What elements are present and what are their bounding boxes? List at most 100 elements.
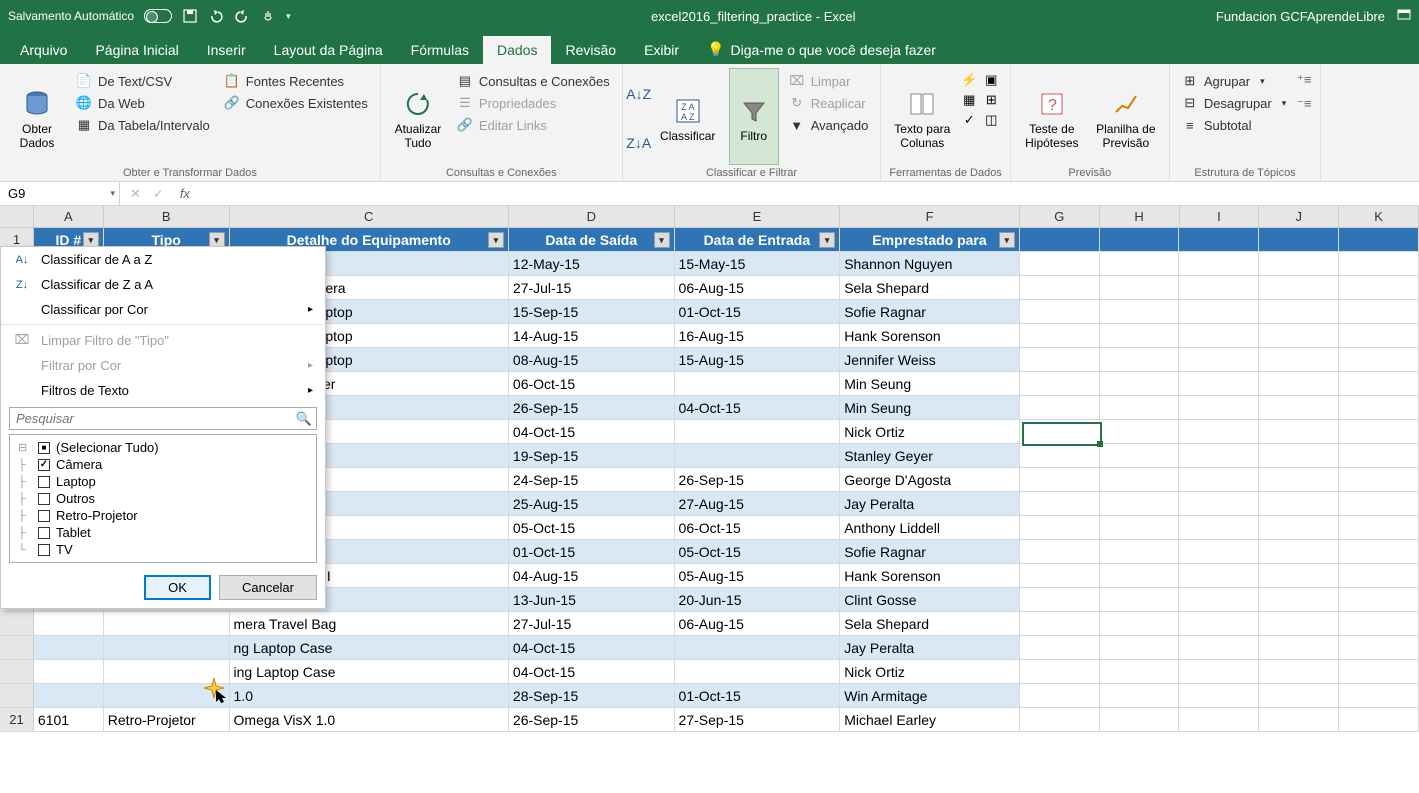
cell[interactable] [1179,420,1259,443]
tab-inserir[interactable]: Inserir [193,36,260,64]
texto-colunas-button[interactable]: Texto para Colunas [889,68,955,165]
sort-by-color-item[interactable]: Classificar por Cor▸ [1,297,325,322]
cell[interactable] [104,684,230,707]
cell[interactable]: Win Armitage [840,684,1020,707]
cell[interactable] [675,420,841,443]
relations-icon[interactable]: ⊞ [983,92,999,108]
cell[interactable]: 19-Sep-15 [509,444,675,467]
cell[interactable] [1339,372,1419,395]
cell[interactable] [1020,564,1100,587]
col-header-C[interactable]: C [230,206,509,227]
cell[interactable]: Sofie Ragnar [840,300,1020,323]
cell[interactable] [1259,348,1339,371]
atualizar-tudo-button[interactable]: Atualizar Tudo [389,68,447,165]
cell[interactable]: Retro-Projetor [104,708,230,731]
filter-item-tv[interactable]: └TV [14,541,312,558]
classificar-button[interactable]: Z AA Z Classificar [653,68,723,165]
cell[interactable] [1100,540,1180,563]
cell[interactable]: 06-Oct-15 [675,516,841,539]
cell[interactable] [1259,444,1339,467]
de-text-csv-button[interactable]: 📄De Text/CSV [72,72,214,90]
name-box[interactable]: G9 [0,182,120,205]
autosave-toggle[interactable] [144,9,172,23]
cell[interactable]: 26-Sep-15 [675,468,841,491]
cell[interactable] [1259,252,1339,275]
cell[interactable] [1339,708,1419,731]
cell[interactable]: Sofie Ragnar [840,540,1020,563]
cell[interactable] [675,636,841,659]
sort-a-z-item[interactable]: A↓Classificar de A a Z [1,247,325,272]
cell[interactable] [1179,468,1259,491]
cell[interactable] [1259,300,1339,323]
cell[interactable]: 12-May-15 [509,252,675,275]
cell[interactable]: 26-Sep-15 [509,396,675,419]
cell[interactable] [104,660,230,683]
cell[interactable] [1339,588,1419,611]
filter-item-retro[interactable]: ├Retro-Projetor [14,507,312,524]
cell[interactable] [34,660,104,683]
cell[interactable] [1020,492,1100,515]
cell[interactable] [1259,588,1339,611]
cell[interactable]: 27-Jul-15 [509,612,675,635]
cell[interactable] [1100,228,1180,251]
row-header[interactable] [0,636,34,659]
cell[interactable] [1020,348,1100,371]
touch-icon[interactable] [260,8,276,24]
cell[interactable]: 15-Aug-15 [675,348,841,371]
text-filters-item[interactable]: Filtros de Texto▸ [1,378,325,403]
tab-revisao[interactable]: Revisão [551,36,630,64]
cell[interactable] [1259,516,1339,539]
cell[interactable]: 05-Oct-15 [509,516,675,539]
editar-links-button[interactable]: 🔗Editar Links [453,116,614,134]
cell[interactable]: 15-Sep-15 [509,300,675,323]
cell[interactable]: 27-Sep-15 [675,708,841,731]
validation-icon[interactable]: ✓ [961,112,977,128]
cell[interactable] [1259,708,1339,731]
cell[interactable]: 01-Oct-15 [675,300,841,323]
cell[interactable]: 6101 [34,708,104,731]
cell[interactable] [1179,492,1259,515]
teste-hipoteses-button[interactable]: ? Teste de Hipóteses [1019,68,1085,165]
cell[interactable]: Omega VisX 1.0 [230,708,509,731]
cell[interactable]: ing Laptop Case [230,660,509,683]
col-header-I[interactable]: I [1180,206,1260,227]
cell[interactable] [1339,396,1419,419]
filter-item-all[interactable]: ⊟(Selecionar Tudo) [14,439,312,456]
cell[interactable]: 1.0 [230,684,509,707]
reaplicar-button[interactable]: ↻Reaplicar [785,94,873,112]
cell[interactable] [1259,564,1339,587]
filter-search-input[interactable] [9,407,317,430]
col-header-K[interactable]: K [1339,206,1419,227]
cell[interactable] [1179,372,1259,395]
cell[interactable] [1339,660,1419,683]
cell[interactable] [1179,588,1259,611]
cell[interactable] [1020,324,1100,347]
cell[interactable] [1020,396,1100,419]
checkbox-icon[interactable] [38,476,50,488]
tab-formulas[interactable]: Fórmulas [397,36,483,64]
cell[interactable]: 05-Aug-15 [675,564,841,587]
cell[interactable] [1259,540,1339,563]
cell[interactable] [1339,468,1419,491]
filter-item-camera[interactable]: ├Câmera [14,456,312,473]
cell[interactable]: 27-Aug-15 [675,492,841,515]
cell[interactable] [1100,372,1180,395]
cell[interactable] [1100,348,1180,371]
cell[interactable] [104,636,230,659]
cell[interactable]: 14-Aug-15 [509,324,675,347]
col-header-J[interactable]: J [1259,206,1339,227]
header-emprestado[interactable]: Emprestado para [840,228,1020,251]
cell[interactable]: Jay Peralta [840,492,1020,515]
cell[interactable] [1179,660,1259,683]
avancado-button[interactable]: ▼Avançado [785,116,873,134]
cell[interactable] [1259,492,1339,515]
sort-za-icon[interactable]: Z↓A [631,135,647,151]
cell[interactable] [1020,540,1100,563]
checkbox-icon[interactable] [38,459,50,471]
cell[interactable]: 04-Oct-15 [509,660,675,683]
tell-me[interactable]: 💡 Diga-me o que você deseja fazer [693,35,950,64]
checkbox-icon[interactable] [38,510,50,522]
col-header-B[interactable]: B [104,206,230,227]
cell[interactable] [1020,444,1100,467]
cell[interactable] [1339,348,1419,371]
